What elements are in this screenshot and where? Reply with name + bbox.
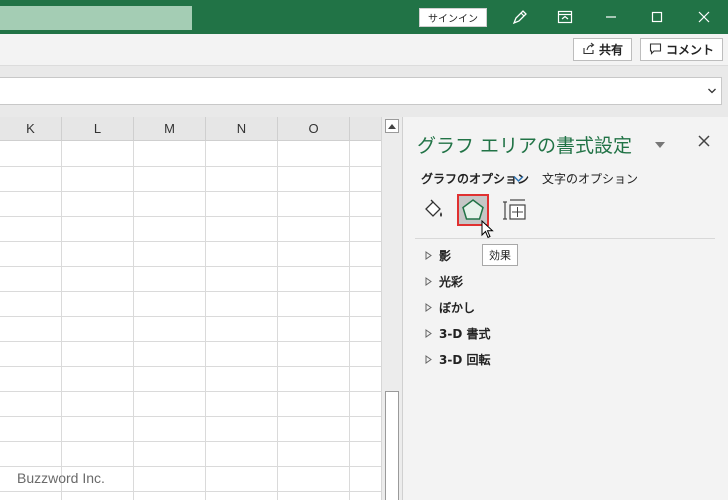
ribbon-strip: 共有 コメント (0, 34, 728, 66)
column-header-o[interactable]: O (278, 117, 350, 141)
section-glow[interactable]: 光彩 (425, 273, 463, 290)
grid-line (0, 316, 381, 317)
column-header-k[interactable]: K (0, 117, 62, 141)
tab-text-options[interactable]: 文字のオプション (542, 170, 638, 187)
grid-line (0, 191, 381, 192)
comment-button[interactable]: コメント (640, 38, 724, 61)
grid-line (0, 241, 381, 242)
grid-line (205, 141, 206, 500)
section-3d-rotation[interactable]: 3-D 回転 (425, 351, 490, 368)
mouse-cursor-icon (481, 219, 495, 243)
expand-triangle-icon (425, 275, 432, 289)
worksheet-grid[interactable]: K L M N O (0, 117, 381, 500)
grid-line (0, 441, 381, 442)
column-header-n[interactable]: N (206, 117, 278, 141)
column-header-p[interactable] (350, 117, 381, 141)
size-properties-icon[interactable] (499, 194, 531, 226)
grid-line (349, 141, 350, 500)
chevron-down-icon[interactable] (707, 85, 717, 99)
share-label: 共有 (599, 43, 624, 57)
expand-triangle-icon (425, 249, 432, 263)
title-search-box[interactable] (0, 6, 192, 30)
pane-title: グラフ エリアの書式設定 (417, 135, 633, 157)
section-shadow[interactable]: 影 (425, 247, 451, 264)
grid-line (0, 216, 381, 217)
grid-line (0, 166, 381, 167)
share-button[interactable]: 共有 (573, 38, 633, 61)
section-label: ぼかし (439, 301, 476, 315)
grid-line (0, 491, 381, 492)
grid-line (133, 141, 134, 500)
minimize-icon[interactable] (599, 6, 623, 28)
pen-icon[interactable] (508, 6, 532, 28)
formula-bar[interactable] (0, 77, 722, 105)
grid-line (0, 266, 381, 267)
chevron-down-icon[interactable] (513, 172, 524, 186)
grid-line (61, 141, 62, 500)
vertical-scrollbar[interactable] (381, 117, 402, 500)
section-label: 光彩 (439, 275, 464, 289)
grid-line (277, 141, 278, 500)
share-icon (582, 42, 595, 58)
grid-line (0, 416, 381, 417)
column-header-l[interactable]: L (62, 117, 134, 141)
pane-divider (415, 238, 715, 239)
effects-tooltip: 効果 (482, 244, 518, 266)
signin-button[interactable]: サインイン (419, 8, 487, 27)
maximize-icon[interactable] (645, 6, 669, 28)
expand-triangle-icon (425, 327, 432, 341)
ribbon-display-icon[interactable] (553, 6, 577, 28)
section-label: 3-D 書式 (439, 327, 491, 341)
fill-line-icon[interactable] (417, 194, 449, 226)
scroll-thumb[interactable] (385, 391, 399, 500)
section-label: 影 (439, 249, 452, 263)
close-icon[interactable] (692, 6, 716, 28)
expand-triangle-icon (425, 301, 432, 315)
scroll-up-button[interactable] (385, 119, 399, 133)
grid-line (0, 291, 381, 292)
section-3d-format[interactable]: 3-D 書式 (425, 325, 490, 342)
watermark-text: Buzzword Inc. (17, 470, 105, 486)
pane-close-icon[interactable] (697, 133, 711, 153)
title-bar: サインイン (0, 0, 728, 34)
format-chart-area-pane: グラフ エリアの書式設定 グラフのオプション 文字のオプション 影 光彩 ぼかし… (402, 117, 728, 500)
comment-label: コメント (666, 43, 715, 57)
expand-triangle-icon (425, 353, 432, 367)
grid-line (0, 366, 381, 367)
grid-line (0, 466, 381, 467)
comment-icon (649, 42, 662, 58)
section-soft-edges[interactable]: ぼかし (425, 299, 475, 316)
pane-options-dropdown-icon[interactable] (655, 137, 665, 151)
grid-line (0, 341, 381, 342)
section-label: 3-D 回転 (439, 353, 491, 367)
column-header-m[interactable]: M (134, 117, 206, 141)
grid-line (0, 391, 381, 392)
